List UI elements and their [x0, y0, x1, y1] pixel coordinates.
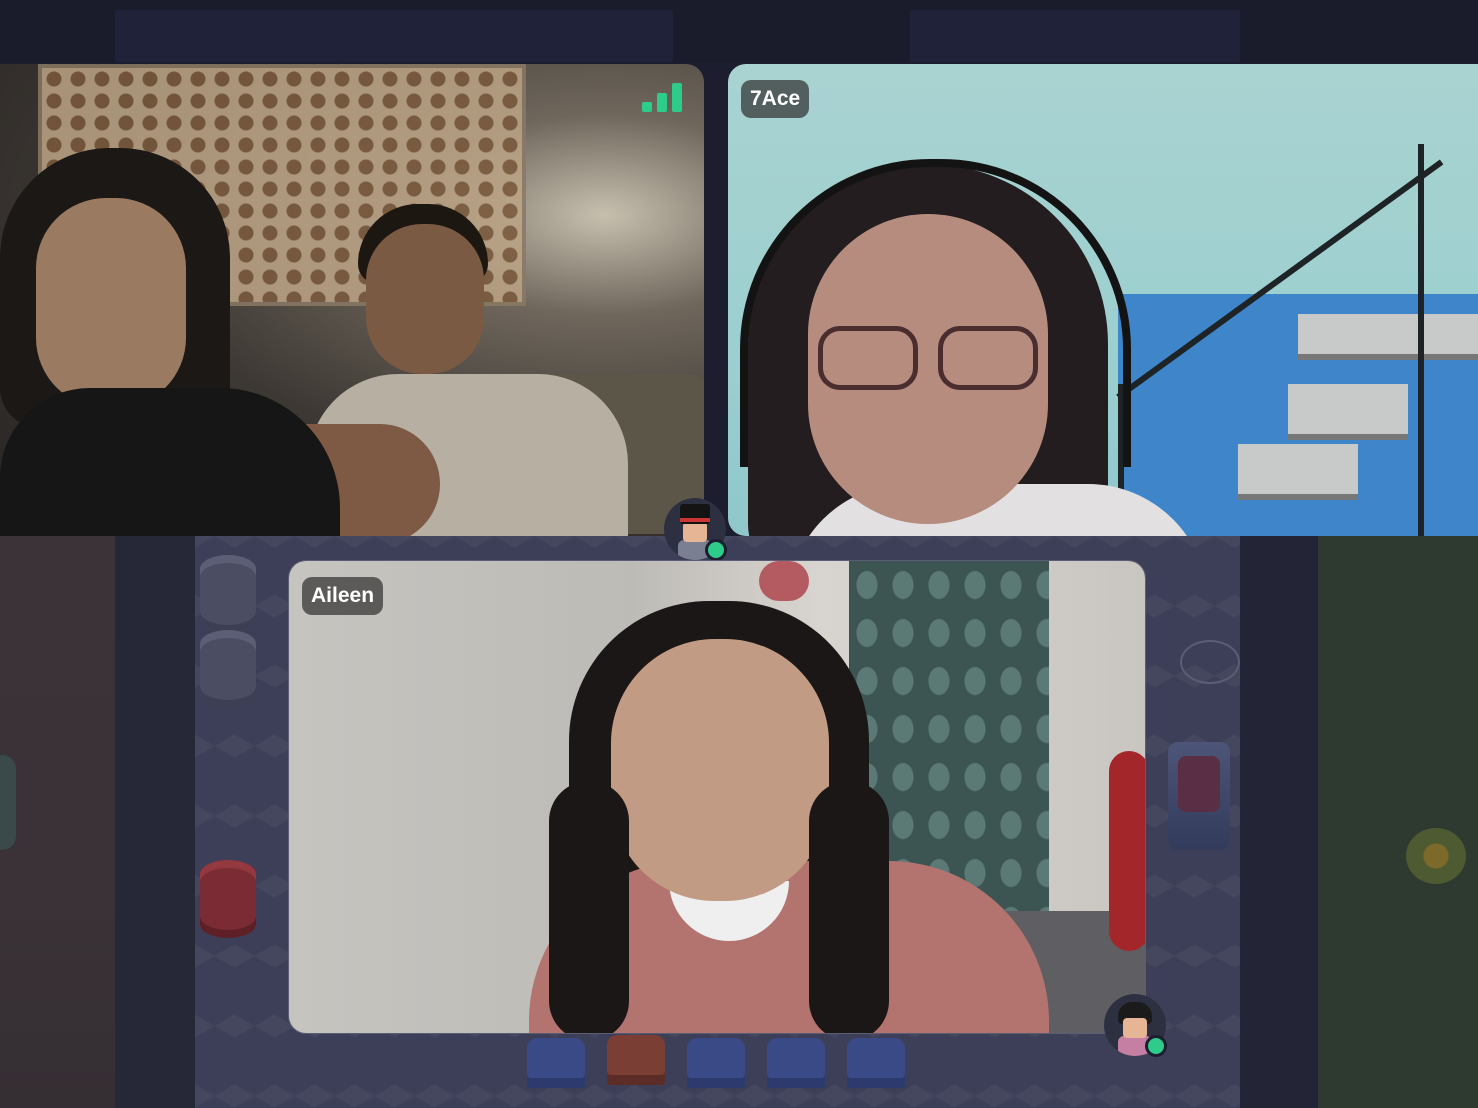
barrel-object — [200, 630, 256, 708]
map-grass — [1318, 536, 1478, 1108]
participant-name-label: Aileen — [302, 577, 384, 615]
video-feed — [289, 561, 1145, 1033]
barrel-object — [200, 555, 256, 633]
chair-object — [767, 1038, 825, 1088]
fan-object — [1180, 640, 1240, 684]
wall-segment — [343, 10, 673, 62]
video-tile-7ace[interactable]: 7Ace — [728, 64, 1478, 536]
plant-decoration — [0, 755, 16, 850]
map-wall — [1240, 536, 1318, 1108]
video-feed — [0, 64, 704, 536]
video-tile-aileen[interactable]: Aileen — [288, 560, 1146, 1034]
chair-object — [687, 1038, 745, 1088]
video-tile-self[interactable] — [0, 64, 704, 536]
signal-bar — [657, 93, 667, 112]
flower-object — [1406, 828, 1466, 884]
online-status-dot — [1145, 1035, 1167, 1057]
chair-object — [527, 1038, 585, 1088]
stair-step — [1298, 314, 1478, 360]
jar-object — [1168, 742, 1230, 850]
signal-strength-icon — [642, 82, 684, 112]
avatar-face — [683, 522, 707, 542]
video-feed — [728, 64, 1478, 536]
map-wall — [115, 536, 195, 1108]
red-object — [1109, 751, 1145, 951]
wall-segment — [910, 10, 1240, 62]
online-status-dot — [705, 539, 727, 561]
avatar-face — [1123, 1018, 1147, 1038]
wall-segment — [115, 10, 343, 62]
stair-post — [1418, 144, 1424, 536]
chair-object — [847, 1038, 905, 1088]
participant-video-person — [0, 148, 340, 536]
signal-bar — [672, 83, 682, 112]
hat-band — [680, 518, 710, 522]
chair-object — [607, 1035, 665, 1085]
stair-step — [1238, 444, 1358, 500]
headset — [740, 159, 1131, 467]
map-left-room — [0, 536, 115, 1108]
hair-bow — [759, 561, 809, 601]
map-top-wall — [0, 0, 1478, 62]
stair-step — [1288, 384, 1408, 440]
barrel-object — [200, 860, 256, 938]
signal-bar — [642, 102, 652, 112]
participant-name-label: 7Ace — [741, 80, 810, 118]
